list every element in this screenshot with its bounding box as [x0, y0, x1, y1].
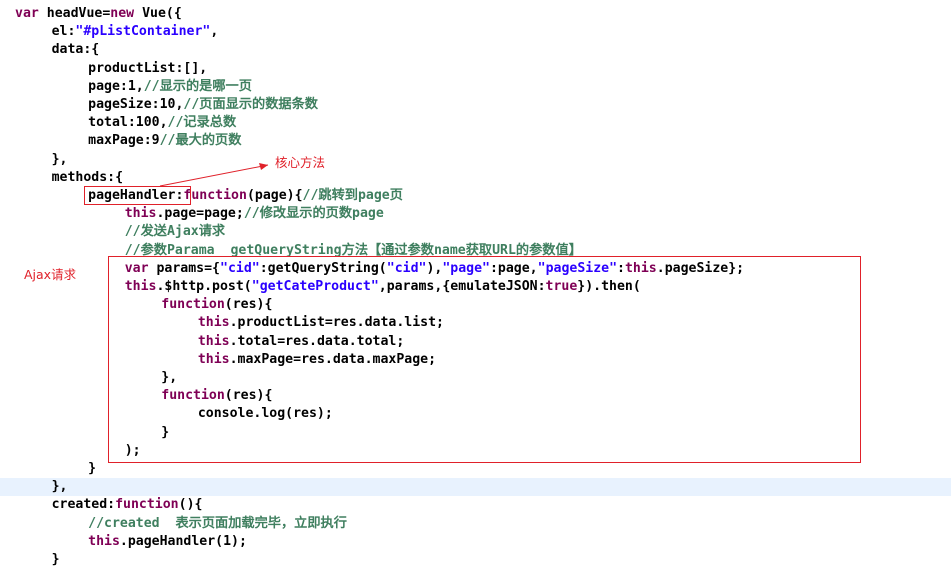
- code-line[interactable]: created:function(){: [0, 496, 951, 514]
- code-token: },: [51, 479, 68, 495]
- code-token: .pageHandler(1);: [119, 533, 247, 549]
- code-token: methods:{: [51, 169, 124, 185]
- code-token: //显示的是哪一页: [143, 78, 252, 94]
- code-token: //修改显示的页数page: [243, 206, 384, 222]
- code-token: }: [88, 461, 97, 476]
- code-line[interactable]: maxPage:9//最大的页数: [0, 132, 951, 150]
- code-token: new: [110, 6, 143, 21]
- code-token: pageSize:10,: [88, 97, 184, 112]
- ajax-request-highlight-box: [108, 256, 861, 463]
- code-token: "#pListContainer": [75, 24, 211, 40]
- code-token: ,: [210, 24, 219, 40]
- code-token: function: [115, 497, 179, 513]
- code-token: .page=page;: [156, 206, 244, 222]
- code-line[interactable]: var headVue=new Vue({: [0, 5, 951, 23]
- code-token: //created 表示页面加载完毕，立即执行: [88, 515, 347, 531]
- code-line[interactable]: this.pageHandler(1);: [0, 533, 951, 551]
- code-line[interactable]: },: [0, 478, 951, 497]
- code-token: },: [51, 151, 68, 167]
- code-token: maxPage:9: [88, 133, 160, 149]
- code-line[interactable]: data:{: [0, 41, 951, 59]
- code-line[interactable]: //发送Ajax请求: [0, 223, 951, 241]
- code-line[interactable]: },: [0, 151, 951, 169]
- code-token: this: [88, 533, 120, 549]
- code-token: Vue({: [142, 6, 182, 21]
- core-method-highlight-box: [84, 186, 191, 205]
- code-line[interactable]: //created 表示页面加载完毕，立即执行: [0, 515, 951, 533]
- code-token: headVue=: [46, 6, 111, 21]
- code-token: page:1,: [88, 78, 144, 94]
- code-line[interactable]: }: [0, 551, 951, 569]
- code-line[interactable]: page:1,//显示的是哪一页: [0, 78, 951, 96]
- code-token: //发送Ajax请求: [124, 224, 226, 240]
- code-token: function: [183, 188, 247, 203]
- ajax-request-annotation: Ajax请求: [24, 267, 77, 282]
- code-token: (page){: [246, 188, 303, 203]
- code-line[interactable]: el:"#pListContainer",: [0, 23, 951, 41]
- code-token: var: [15, 6, 47, 21]
- code-token: //页面显示的数据条数: [183, 97, 318, 112]
- code-token: created:: [51, 497, 116, 513]
- core-method-annotation: 核心方法: [275, 155, 326, 170]
- code-token: el:: [51, 24, 76, 40]
- code-token: //跳转到page页: [302, 188, 403, 203]
- code-line[interactable]: total:100,//记录总数: [0, 114, 951, 132]
- code-line[interactable]: pageSize:10,//页面显示的数据条数: [0, 96, 951, 114]
- code-token: data:{: [51, 42, 100, 58]
- code-token: (){: [178, 497, 203, 513]
- code-token: this: [124, 206, 157, 222]
- code-token: //最大的页数: [159, 133, 242, 149]
- code-line[interactable]: productList:[],: [0, 60, 951, 78]
- code-line[interactable]: this.page=page;//修改显示的页数page: [0, 205, 951, 223]
- code-token: productList:[],: [88, 60, 208, 76]
- code-token: //记录总数: [167, 115, 237, 131]
- code-token: }: [51, 552, 60, 567]
- code-token: total:100,: [88, 115, 168, 131]
- code-line[interactable]: methods:{: [0, 169, 951, 187]
